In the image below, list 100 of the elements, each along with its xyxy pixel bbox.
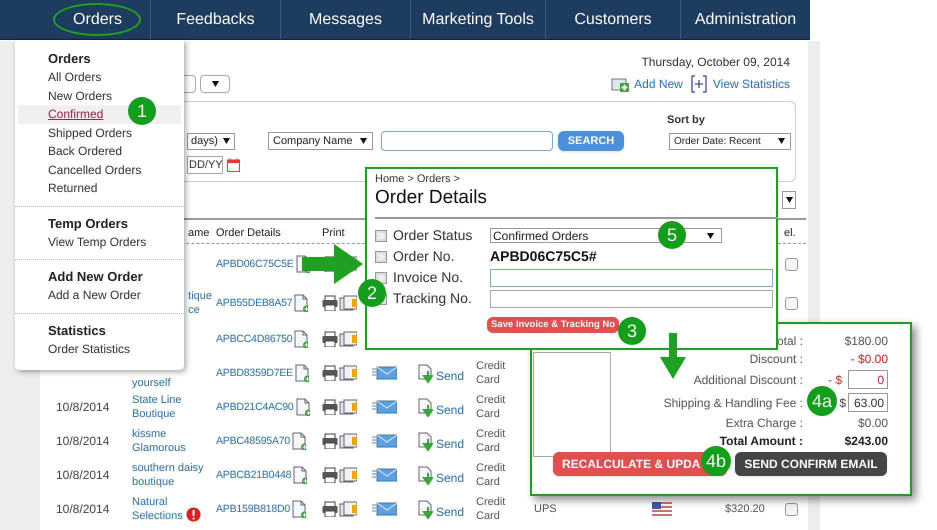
menu-heading: Add New Order — [47, 268, 144, 286]
total-label: Shipping & Handling Fee : — [662, 394, 803, 412]
plus-icon — [690, 75, 707, 93]
order-link[interactable]: APBCB21B0448 — [216, 468, 292, 482]
column-header: ame — [188, 226, 210, 241]
send-link[interactable]: Send — [436, 471, 464, 485]
field-label: Invoice No. — [393, 268, 464, 287]
total-label: Extra Charge : — [724, 415, 803, 432]
order-link[interactable]: APBCC4D86750 — [216, 332, 292, 346]
row-checkbox[interactable] — [785, 296, 798, 310]
bullet-icon — [375, 272, 387, 284]
menu-item[interactable]: Cancelled Orders — [48, 160, 142, 179]
document-icon — [294, 330, 308, 348]
document-icon — [292, 500, 306, 518]
send-email-button[interactable]: SEND CONFIRM EMAIL — [735, 452, 887, 476]
amount-field[interactable]: 0 — [848, 370, 888, 389]
nav-tab[interactable]: Administration — [680, 0, 810, 39]
total-label: Additional Discount : — [692, 372, 803, 388]
field-label: Tracking No. — [393, 289, 473, 308]
menu-item[interactable]: Order Statistics — [48, 340, 130, 358]
select-box[interactable] — [200, 75, 230, 93]
select-box[interactable] — [782, 191, 796, 209]
envelope-icon — [372, 502, 397, 516]
menu-heading: Temp Orders — [47, 214, 129, 232]
envelope-icon — [372, 366, 397, 380]
view-statistics-link[interactable]: View Statistics — [712, 75, 790, 93]
caret-icon — [210, 80, 220, 88]
search-field[interactable] — [381, 131, 553, 151]
caret-icon — [777, 137, 786, 145]
menu-item[interactable]: All Orders — [48, 68, 102, 86]
company-link[interactable]: yourself — [132, 376, 171, 390]
send-link[interactable]: Send — [436, 369, 464, 383]
menu-heading: Statistics — [47, 322, 107, 340]
company-link[interactable]: Natural Selections — [132, 495, 183, 523]
days-select[interactable]: days) — [187, 132, 235, 150]
document-icon — [296, 398, 310, 416]
envelope-icon — [372, 400, 397, 414]
nav-tab[interactable]: Feedbacks — [150, 0, 280, 39]
nav-tab[interactable]: Customers — [545, 0, 680, 39]
company-link[interactable]: State Line Boutique — [132, 393, 182, 421]
printer-icon — [322, 467, 338, 483]
send-link[interactable]: Send — [436, 437, 464, 451]
currency-sign: - $ — [828, 372, 842, 388]
printer-icon — [322, 433, 338, 449]
column-header: el. — [784, 226, 796, 241]
nav-tab[interactable]: Orders — [45, 0, 150, 39]
order-link[interactable]: APBC48595A70 — [216, 434, 290, 448]
table-cell: Credit Card — [476, 495, 506, 523]
printer-icon — [322, 331, 338, 347]
flag-icon — [652, 502, 672, 516]
send-icon — [418, 364, 433, 382]
sort-select[interactable]: Order Date: Recent — [669, 132, 791, 150]
folder-icon — [339, 365, 357, 381]
company-link[interactable]: tique ce — [188, 289, 212, 317]
menu-item[interactable]: New Orders — [48, 86, 112, 105]
company-link[interactable]: kissme Glamorous — [132, 427, 186, 455]
total-value: $243.00 — [844, 433, 888, 450]
nav-tab[interactable]: Messages — [280, 0, 410, 39]
save-button[interactable]: Save Invoice & Tracking No — [487, 317, 620, 333]
document-icon — [292, 432, 306, 450]
field-label: Order Status — [393, 226, 474, 245]
table-cell: 10/8/2014 — [56, 502, 110, 516]
amount-field[interactable]: 63.00 — [848, 393, 888, 412]
send-link[interactable]: Send — [436, 505, 464, 519]
nav-tab[interactable]: Marketing Tools — [410, 0, 545, 39]
document-icon — [294, 294, 308, 312]
folder-icon — [339, 295, 357, 311]
send-link[interactable]: Send — [436, 403, 464, 417]
add-new-link[interactable]: Add New — [634, 75, 683, 93]
total-value: - $0.00 — [850, 351, 888, 368]
table-cell: Credit Card — [476, 359, 506, 387]
order-link[interactable]: APBD06C75C5E — [216, 257, 294, 271]
printer-icon — [322, 365, 338, 381]
field-select[interactable]: Company Name — [268, 132, 373, 150]
table-cell: Credit Card — [476, 427, 506, 455]
menu-item[interactable]: View Temp Orders — [48, 232, 146, 251]
order-number: APBD06C75C5# — [490, 247, 597, 266]
calendar-icon — [227, 158, 240, 172]
date-field[interactable]: DD/YY — [187, 156, 223, 174]
search-button[interactable]: SEARCH — [558, 131, 624, 151]
document-icon — [293, 466, 308, 484]
popup-title: Order Details — [375, 186, 488, 210]
row-checkbox[interactable] — [785, 258, 798, 270]
table-cell: $320.20 — [725, 502, 765, 516]
arrow-drawing — [302, 244, 364, 284]
order-link[interactable]: APBD21C4AC90 — [216, 400, 294, 414]
table-cell: 10/8/2014 — [56, 468, 110, 482]
menu-item[interactable]: Back Ordered — [48, 142, 122, 160]
menu-item[interactable]: Returned — [48, 179, 98, 198]
caret-icon — [706, 232, 715, 240]
total-value: $0.00 — [858, 415, 888, 432]
company-link[interactable]: southern daisy boutique — [132, 461, 204, 489]
text-field[interactable] — [490, 290, 773, 308]
menu-item[interactable]: Shipped Orders — [48, 124, 132, 142]
text-field[interactable] — [490, 268, 773, 286]
order-link[interactable]: APB159B818D0 — [216, 502, 290, 516]
order-link[interactable]: APBD8359D7EE — [216, 366, 293, 380]
order-link[interactable]: APB55DEB8A57 — [216, 296, 292, 310]
menu-item[interactable]: Add a New Order — [48, 286, 141, 304]
row-checkbox[interactable] — [785, 502, 798, 516]
